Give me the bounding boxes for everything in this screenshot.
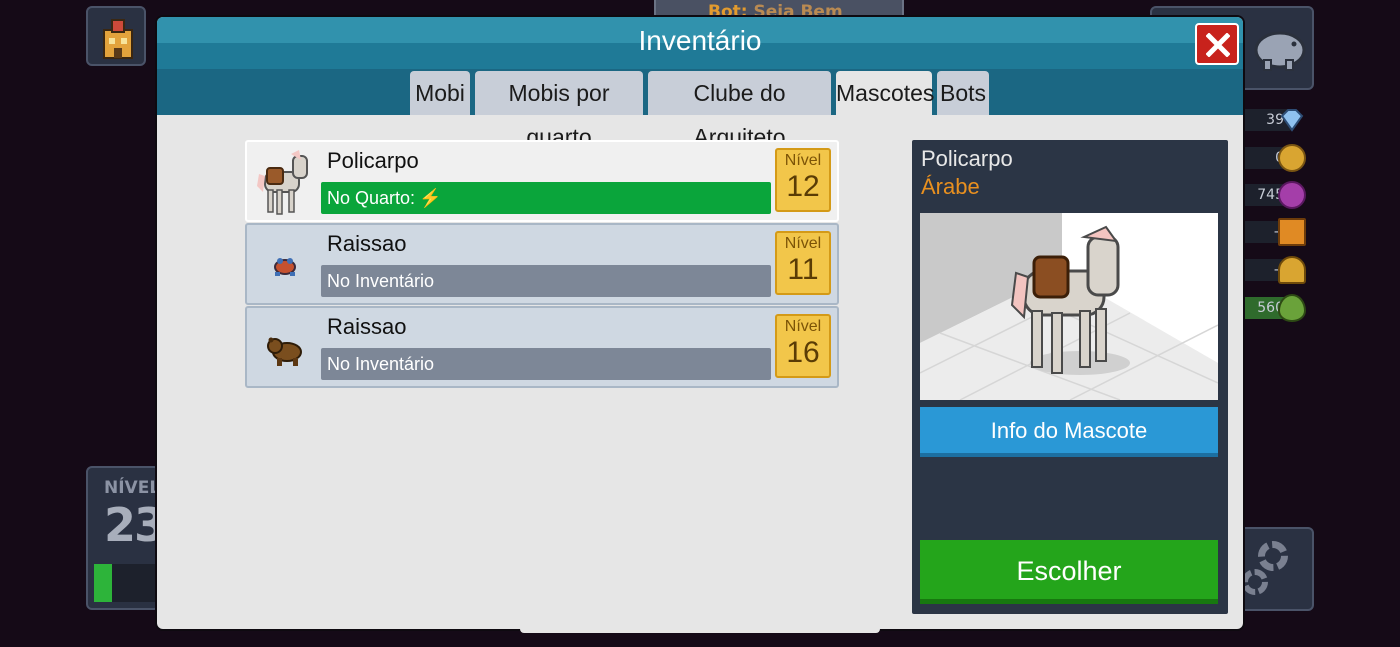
tab-mobis-por-quarto[interactable]: Mobis por quarto bbox=[475, 71, 643, 150]
pet-status: No Inventário bbox=[321, 265, 771, 297]
building-icon bbox=[103, 19, 133, 59]
tab-clube-do-arquiteto[interactable]: Clube do Arquiteto bbox=[648, 71, 831, 150]
level-badge-label: Nível bbox=[784, 152, 822, 169]
pet-name: Policarpo bbox=[327, 148, 419, 173]
diamond-icon bbox=[1280, 109, 1304, 132]
pet-detail-panel: Policarpo Árabe Info do Mascote Escolher bbox=[912, 140, 1228, 614]
pet-name: Raissao bbox=[327, 314, 407, 339]
pet-status: No Quarto: ⚡ bbox=[321, 182, 771, 214]
window-title: Inventário bbox=[638, 25, 762, 56]
frog-icon bbox=[274, 258, 296, 276]
pet-name: Raissao bbox=[327, 231, 407, 256]
hc-icon bbox=[1278, 218, 1306, 246]
gear-icon bbox=[1258, 541, 1288, 571]
bear-icon bbox=[267, 337, 302, 366]
settings-button[interactable] bbox=[1238, 527, 1314, 611]
close-button[interactable] bbox=[1195, 23, 1239, 65]
window-resize-handle bbox=[520, 625, 880, 633]
helmet-icon bbox=[1278, 256, 1306, 284]
level-label: NÍVEL bbox=[104, 478, 161, 498]
pet-row[interactable]: Raissao No Inventário Nível 16 bbox=[245, 306, 839, 388]
tab-mascotes[interactable]: Mascotes bbox=[836, 71, 934, 115]
tab-bots[interactable]: Bots bbox=[937, 71, 989, 115]
level-badge-label: Nível bbox=[784, 235, 822, 252]
level-badge-label: Nível bbox=[784, 318, 822, 335]
pet-status: No Inventário bbox=[321, 348, 771, 380]
level-badge: Nível 16 bbox=[775, 314, 831, 378]
level-badge-value: 16 bbox=[786, 336, 820, 369]
level-badge: Nível 11 bbox=[775, 231, 831, 295]
title-bar[interactable]: Inventário bbox=[157, 17, 1243, 69]
pet-preview bbox=[920, 213, 1218, 400]
tab-strip: Mobi Mobis por quarto Clube do Arquiteto… bbox=[157, 69, 1243, 150]
pet-info-button[interactable]: Info do Mascote bbox=[920, 407, 1218, 457]
level-badge-value: 11 bbox=[787, 253, 819, 286]
lightning-icon: ⚡ bbox=[419, 188, 442, 208]
choose-button[interactable]: Escolher bbox=[920, 540, 1218, 604]
level-value: 23 bbox=[104, 498, 166, 552]
pet-row[interactable]: Raissao No Inventário Nível 11 bbox=[245, 223, 839, 305]
room-navigator-button[interactable] bbox=[86, 6, 146, 66]
detail-pet-name: Policarpo bbox=[921, 146, 1013, 171]
pet-row[interactable]: Policarpo No Quarto: ⚡ Nível 12 bbox=[245, 140, 839, 222]
detail-pet-breed: Árabe bbox=[921, 174, 980, 199]
level-panel[interactable]: NÍVEL 23 bbox=[86, 466, 166, 610]
egg-icon bbox=[1278, 294, 1306, 322]
pet-preview-image bbox=[920, 213, 1218, 400]
purple-coin-icon bbox=[1278, 181, 1306, 209]
tab-mobi[interactable]: Mobi bbox=[410, 71, 470, 115]
gear-icon bbox=[1242, 569, 1268, 595]
level-badge: Nível 12 bbox=[775, 148, 831, 212]
piggy-bank-icon bbox=[1254, 31, 1306, 71]
close-icon bbox=[1206, 33, 1230, 57]
level-progress-bar bbox=[94, 564, 160, 602]
inventory-window: Inventário Mobi Mobis por quarto Clube d… bbox=[157, 17, 1243, 629]
gold-coin-icon bbox=[1278, 144, 1306, 172]
level-badge-value: 12 bbox=[786, 170, 820, 203]
pet-status-text: No Quarto: bbox=[327, 188, 416, 208]
horse-icon bbox=[257, 150, 308, 215]
